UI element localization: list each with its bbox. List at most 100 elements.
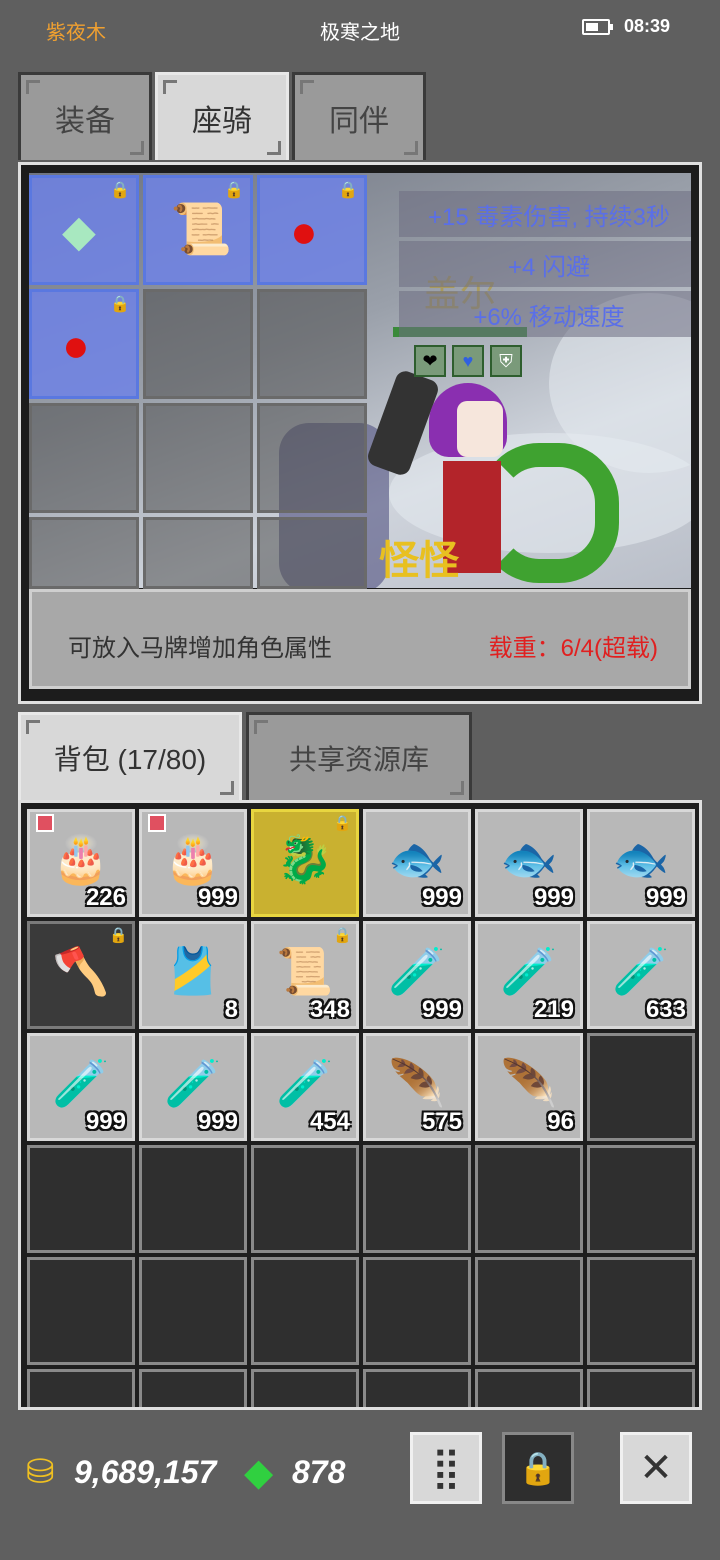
item-icon: 🎽: [164, 944, 222, 997]
mount-card-slot[interactable]: 📜 🔒: [143, 175, 253, 285]
lock-icon: 🔒: [110, 182, 130, 199]
item-icon: 🐟: [388, 832, 446, 885]
inventory-panel: 🎂 226 🎂 999 🐉 🔒 🐟 999 🐟 999 🐟 999 🪓 🔒 🎽 8 📜 🔒 348 🧪 999 🧪 219 🧪…: [18, 800, 702, 1410]
inventory-slot-empty[interactable]: [475, 1369, 583, 1407]
buff-list: ❤ ♥ ⛨: [414, 345, 522, 377]
lock-icon: 🔒: [518, 1450, 558, 1486]
inventory-slot-empty[interactable]: [251, 1145, 359, 1253]
item-icon: 🪶: [388, 1056, 446, 1109]
load-status: 载重：6/4(超载): [488, 635, 658, 662]
inventory-slot[interactable]: 📜 🔒 348: [251, 921, 359, 1029]
item-icon: 🧪: [500, 944, 558, 997]
inventory-slot[interactable]: 🎂 999: [139, 809, 247, 917]
close-button[interactable]: ✕: [620, 1432, 692, 1504]
inventory-slot-empty[interactable]: [587, 1033, 695, 1141]
tab-bag[interactable]: 背包 (17/80): [18, 712, 242, 800]
inventory-slot[interactable]: 🎽 8: [139, 921, 247, 1029]
inventory-slot-empty[interactable]: [139, 1257, 247, 1365]
mount-card-slot[interactable]: [257, 517, 367, 589]
item-icon: 🪓: [52, 944, 110, 997]
item-icon: 🎂: [164, 832, 222, 885]
tab-equip[interactable]: 装备: [18, 72, 152, 160]
item-count: 999: [645, 884, 686, 911]
inventory-slot[interactable]: 🎂 226: [27, 809, 135, 917]
lock-button[interactable]: 🔒: [502, 1432, 574, 1504]
item-count: 999: [197, 1108, 238, 1135]
shield-icon: ⛨: [490, 345, 522, 377]
inventory-slot[interactable]: 🐟 999: [587, 809, 695, 917]
inventory-slot[interactable]: 🧪 999: [139, 1033, 247, 1141]
tab-shared-storage[interactable]: 共享资源库: [246, 712, 472, 800]
gold-amount: 9,689,157: [74, 1454, 217, 1490]
item-count: 999: [421, 996, 462, 1023]
scroll-icon: 📜: [170, 201, 233, 257]
tab-mount[interactable]: 座骑: [155, 72, 289, 160]
inventory-slot[interactable]: 🪶 96: [475, 1033, 583, 1141]
inventory-slot[interactable]: 🪓 🔒: [27, 921, 135, 1029]
mount-stats: +15 毒素伤害, 持续3秒 +4 闪避 +6% 移动速度: [399, 191, 691, 341]
mount-card-slot[interactable]: ● 🔒: [29, 289, 139, 399]
inventory-slot[interactable]: 🐟 999: [475, 809, 583, 917]
ruby-icon: ●: [290, 205, 318, 257]
inventory-slot-empty[interactable]: [587, 1369, 695, 1407]
mount-card-slot[interactable]: ◆ 🔒: [29, 175, 139, 285]
item-icon: 🧪: [388, 944, 446, 997]
inventory-slot[interactable]: 🪶 575: [363, 1033, 471, 1141]
inventory-slot-empty[interactable]: [475, 1257, 583, 1365]
tab-companion[interactable]: 同伴: [292, 72, 426, 160]
lock-icon: 🔒: [333, 927, 352, 944]
inventory-slot-empty[interactable]: [27, 1369, 135, 1407]
mount-card-slot[interactable]: [257, 403, 367, 513]
inventory-slot-empty[interactable]: [587, 1145, 695, 1253]
inventory-slot[interactable]: 🧪 454: [251, 1033, 359, 1141]
map-name: 极寒之地: [320, 22, 400, 44]
inventory-slot-empty[interactable]: [27, 1145, 135, 1253]
battery-icon: [582, 19, 613, 35]
inventory-slot-empty[interactable]: [363, 1145, 471, 1253]
inventory-slot[interactable]: 🧪 633: [587, 921, 695, 1029]
item-count: 96: [547, 1108, 574, 1135]
mount-card-grid: ◆ 🔒 📜 🔒 ● 🔒 ● 🔒: [29, 175, 379, 627]
inventory-slot[interactable]: 🧪 219: [475, 921, 583, 1029]
inventory-slot-empty[interactable]: [251, 1369, 359, 1407]
sort-button[interactable]: ⣿: [410, 1432, 482, 1504]
inventory-slot[interactable]: 🧪 999: [27, 1033, 135, 1141]
tab-equip-label: 装备: [55, 104, 115, 138]
item-count: 999: [533, 884, 574, 911]
inventory-slot-empty[interactable]: [587, 1257, 695, 1365]
item-icon: 🐟: [500, 832, 558, 885]
close-icon: ✕: [639, 1446, 673, 1490]
inventory-slot-empty[interactable]: [475, 1145, 583, 1253]
inventory-slot[interactable]: 🧪 999: [363, 921, 471, 1029]
gem-amount: 878: [292, 1454, 346, 1490]
inventory-slot-empty[interactable]: [363, 1257, 471, 1365]
gold-coins-icon: ⛁: [26, 1453, 55, 1491]
mount-card-slot[interactable]: [257, 289, 367, 399]
mount-card-slot[interactable]: [29, 403, 139, 513]
inventory-slot-empty[interactable]: [139, 1369, 247, 1407]
mount-card-slot[interactable]: [143, 517, 253, 589]
inventory-slot-empty[interactable]: [27, 1257, 135, 1365]
item-icon: 🧪: [52, 1056, 110, 1109]
inventory-slot-empty[interactable]: [363, 1369, 471, 1407]
inventory-slot-empty[interactable]: [251, 1257, 359, 1365]
inventory-slot-empty[interactable]: [139, 1145, 247, 1253]
inventory-slot[interactable]: 🐟 999: [363, 809, 471, 917]
clock: 08:39: [624, 16, 671, 36]
lock-icon: 🔒: [110, 296, 130, 313]
new-badge-icon: [148, 814, 166, 832]
inventory-grid: 🎂 226 🎂 999 🐉 🔒 🐟 999 🐟 999 🐟 999 🪓 🔒 🎽 8 📜 🔒 348 🧪 999 🧪 219 🧪…: [27, 809, 695, 1407]
status-bar: 紫夜木 极寒之地 08:39: [0, 0, 720, 60]
stat-poison: +15 毒素伤害, 持续3秒: [399, 191, 691, 237]
item-count: 226: [85, 884, 126, 911]
item-count: 999: [85, 1108, 126, 1135]
inventory-slot[interactable]: 🐉 🔒: [251, 809, 359, 917]
mount-card-slot[interactable]: [143, 289, 253, 399]
tab-mount-label: 座骑: [192, 104, 252, 138]
item-count: 999: [421, 884, 462, 911]
mount-card-slot[interactable]: [143, 403, 253, 513]
mount-card-slot[interactable]: [29, 517, 139, 589]
item-icon: 🐟: [612, 832, 670, 885]
mount-card-slot[interactable]: ● 🔒: [257, 175, 367, 285]
tab-bag-label: 背包 (17/80): [53, 743, 207, 775]
